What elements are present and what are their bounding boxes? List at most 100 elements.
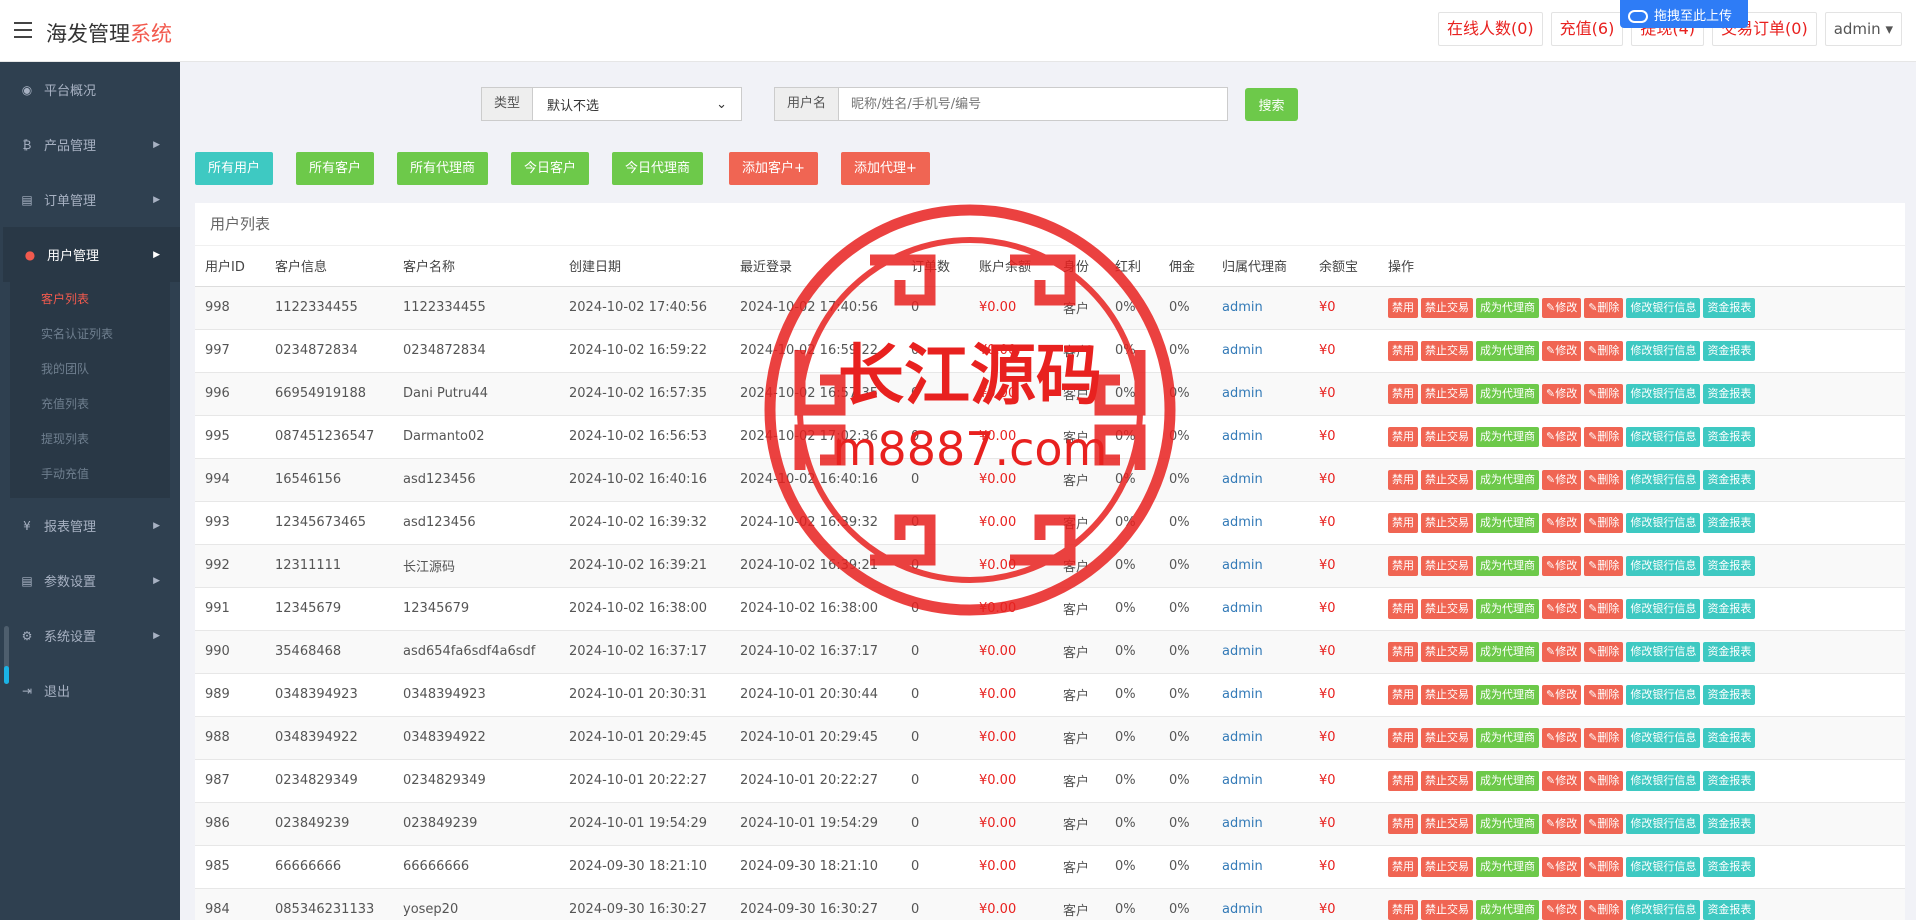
make-agent-button[interactable]: 成为代理商 bbox=[1476, 340, 1539, 361]
sidebar-item-users[interactable]: ● 用户管理 ▶ bbox=[0, 227, 180, 282]
disable-button[interactable]: 禁用 bbox=[1388, 383, 1418, 404]
agent-cell[interactable]: admin bbox=[1212, 758, 1309, 802]
ban-trade-button[interactable]: 禁止交易 bbox=[1421, 555, 1473, 576]
edit-button[interactable]: ✎修改 bbox=[1542, 469, 1582, 490]
column-header[interactable]: 余额宝 bbox=[1309, 246, 1378, 287]
edit-button[interactable]: ✎修改 bbox=[1542, 297, 1582, 318]
edit-bank-button[interactable]: 修改银行信息 bbox=[1626, 856, 1701, 877]
disable-button[interactable]: 禁用 bbox=[1388, 684, 1418, 705]
fund-report-button[interactable]: 资金报表 bbox=[1703, 727, 1756, 748]
disable-button[interactable]: 禁用 bbox=[1388, 512, 1418, 533]
edit-bank-button[interactable]: 修改银行信息 bbox=[1626, 598, 1701, 619]
agent-cell[interactable]: admin bbox=[1212, 629, 1309, 673]
delete-button[interactable]: ✎删除 bbox=[1584, 899, 1624, 920]
agent-cell[interactable]: admin bbox=[1212, 543, 1309, 587]
column-header[interactable]: 创建日期 bbox=[559, 246, 730, 287]
online-count-button[interactable]: 在线人数(0) bbox=[1438, 12, 1543, 46]
sidebar-item-reports[interactable]: ¥ 报表管理 ▶ bbox=[0, 498, 180, 553]
ban-trade-button[interactable]: 禁止交易 bbox=[1421, 641, 1473, 662]
make-agent-button[interactable]: 成为代理商 bbox=[1476, 641, 1539, 662]
delete-button[interactable]: ✎删除 bbox=[1584, 340, 1624, 361]
edit-bank-button[interactable]: 修改银行信息 bbox=[1626, 297, 1701, 318]
edit-button[interactable]: ✎修改 bbox=[1542, 684, 1582, 705]
delete-button[interactable]: ✎删除 bbox=[1584, 426, 1624, 447]
delete-button[interactable]: ✎删除 bbox=[1584, 856, 1624, 877]
delete-button[interactable]: ✎删除 bbox=[1584, 684, 1624, 705]
ban-trade-button[interactable]: 禁止交易 bbox=[1421, 727, 1473, 748]
agent-cell[interactable]: admin bbox=[1212, 672, 1309, 716]
edit-bank-button[interactable]: 修改银行信息 bbox=[1626, 469, 1701, 490]
column-header[interactable]: 客户名称 bbox=[393, 246, 559, 287]
sidebar-item-logout[interactable]: ⇥ 退出 bbox=[0, 663, 180, 718]
recharge-button[interactable]: 充值(6) bbox=[1550, 12, 1624, 46]
upload-drop-badge[interactable]: 拖拽至此上传 bbox=[1620, 0, 1748, 28]
make-agent-button[interactable]: 成为代理商 bbox=[1476, 770, 1539, 791]
disable-button[interactable]: 禁用 bbox=[1388, 899, 1418, 920]
edit-bank-button[interactable]: 修改银行信息 bbox=[1626, 340, 1701, 361]
ban-trade-button[interactable]: 禁止交易 bbox=[1421, 770, 1473, 791]
menu-toggle-icon[interactable] bbox=[14, 22, 32, 38]
today-customers-button[interactable]: 今日客户 bbox=[511, 152, 590, 185]
agent-cell[interactable]: admin bbox=[1212, 844, 1309, 888]
agent-cell[interactable]: admin bbox=[1212, 414, 1309, 458]
admin-menu-button[interactable]: admin ▾ bbox=[1824, 12, 1902, 46]
sidebar-item-params[interactable]: ▤ 参数设置 ▶ bbox=[0, 553, 180, 608]
all-users-button[interactable]: 所有用户 bbox=[195, 152, 274, 185]
sidebar-item-system[interactable]: ⚙ 系统设置 ▶ bbox=[0, 608, 180, 663]
ban-trade-button[interactable]: 禁止交易 bbox=[1421, 813, 1473, 834]
all-customers-button[interactable]: 所有客户 bbox=[296, 152, 375, 185]
agent-cell[interactable]: admin bbox=[1212, 801, 1309, 845]
disable-button[interactable]: 禁用 bbox=[1388, 813, 1418, 834]
search-button[interactable]: 搜索 bbox=[1245, 88, 1298, 121]
edit-button[interactable]: ✎修改 bbox=[1542, 383, 1582, 404]
fund-report-button[interactable]: 资金报表 bbox=[1703, 813, 1756, 834]
make-agent-button[interactable]: 成为代理商 bbox=[1476, 899, 1539, 920]
agent-cell[interactable]: admin bbox=[1212, 586, 1309, 630]
ban-trade-button[interactable]: 禁止交易 bbox=[1421, 684, 1473, 705]
edit-button[interactable]: ✎修改 bbox=[1542, 770, 1582, 791]
make-agent-button[interactable]: 成为代理商 bbox=[1476, 512, 1539, 533]
ban-trade-button[interactable]: 禁止交易 bbox=[1421, 598, 1473, 619]
disable-button[interactable]: 禁用 bbox=[1388, 641, 1418, 662]
column-header[interactable]: 最近登录 bbox=[730, 246, 901, 287]
sidebar-scrollbar[interactable] bbox=[4, 626, 9, 684]
disable-button[interactable]: 禁用 bbox=[1388, 770, 1418, 791]
make-agent-button[interactable]: 成为代理商 bbox=[1476, 383, 1539, 404]
agent-cell[interactable]: admin bbox=[1212, 371, 1309, 415]
disable-button[interactable]: 禁用 bbox=[1388, 598, 1418, 619]
ban-trade-button[interactable]: 禁止交易 bbox=[1421, 856, 1473, 877]
fund-report-button[interactable]: 资金报表 bbox=[1703, 684, 1756, 705]
add-customer-button[interactable]: 添加客户+ bbox=[729, 152, 818, 185]
fund-report-button[interactable]: 资金报表 bbox=[1703, 598, 1756, 619]
delete-button[interactable]: ✎删除 bbox=[1584, 469, 1624, 490]
submenu-realname-list[interactable]: 实名认证列表 bbox=[10, 317, 170, 352]
edit-button[interactable]: ✎修改 bbox=[1542, 512, 1582, 533]
agent-cell[interactable]: admin bbox=[1212, 285, 1309, 329]
edit-bank-button[interactable]: 修改银行信息 bbox=[1626, 512, 1701, 533]
edit-bank-button[interactable]: 修改银行信息 bbox=[1626, 899, 1701, 920]
make-agent-button[interactable]: 成为代理商 bbox=[1476, 684, 1539, 705]
fund-report-button[interactable]: 资金报表 bbox=[1703, 297, 1756, 318]
disable-button[interactable]: 禁用 bbox=[1388, 856, 1418, 877]
fund-report-button[interactable]: 资金报表 bbox=[1703, 555, 1756, 576]
disable-button[interactable]: 禁用 bbox=[1388, 426, 1418, 447]
fund-report-button[interactable]: 资金报表 bbox=[1703, 641, 1756, 662]
delete-button[interactable]: ✎删除 bbox=[1584, 555, 1624, 576]
fund-report-button[interactable]: 资金报表 bbox=[1703, 340, 1756, 361]
search-input[interactable] bbox=[838, 87, 1229, 121]
fund-report-button[interactable]: 资金报表 bbox=[1703, 856, 1756, 877]
disable-button[interactable]: 禁用 bbox=[1388, 297, 1418, 318]
submenu-withdraw-list[interactable]: 提现列表 bbox=[10, 422, 170, 457]
column-header[interactable]: 归属代理商 bbox=[1212, 246, 1309, 287]
delete-button[interactable]: ✎删除 bbox=[1584, 813, 1624, 834]
ban-trade-button[interactable]: 禁止交易 bbox=[1421, 297, 1473, 318]
edit-button[interactable]: ✎修改 bbox=[1542, 598, 1582, 619]
all-agents-button[interactable]: 所有代理商 bbox=[397, 152, 489, 185]
fund-report-button[interactable]: 资金报表 bbox=[1703, 383, 1756, 404]
column-header[interactable]: 身份 bbox=[1053, 246, 1105, 287]
make-agent-button[interactable]: 成为代理商 bbox=[1476, 813, 1539, 834]
column-header[interactable]: 佣金 bbox=[1159, 246, 1212, 287]
edit-button[interactable]: ✎修改 bbox=[1542, 340, 1582, 361]
agent-cell[interactable]: admin bbox=[1212, 328, 1309, 372]
column-header[interactable]: 客户信息 bbox=[265, 246, 393, 287]
